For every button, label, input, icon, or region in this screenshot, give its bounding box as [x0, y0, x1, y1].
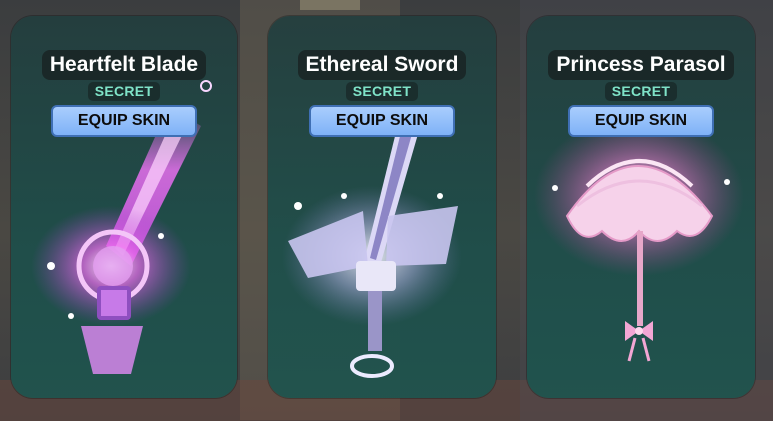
rarity-badge: SECRET — [11, 82, 237, 101]
skin-card-princess-parasol: Princess Parasol SECRET EQUIP SKIN — [527, 16, 755, 398]
rarity-badge: SECRET — [527, 82, 755, 101]
rarity-badge: SECRET — [268, 82, 496, 101]
equip-skin-button[interactable]: EQUIP SKIN — [568, 105, 714, 137]
equip-skin-button[interactable]: EQUIP SKIN — [51, 105, 197, 137]
skin-card-ethereal-sword: Ethereal Sword SECRET EQUIP SKIN — [268, 16, 496, 398]
skin-card-heartfelt-blade: Heartfelt Blade SECRET EQUIP SKIN — [11, 16, 237, 398]
skin-name-title: Princess Parasol — [527, 50, 755, 80]
skin-name-title: Ethereal Sword — [268, 50, 496, 80]
equip-skin-button[interactable]: EQUIP SKIN — [309, 105, 455, 137]
skin-name-title: Heartfelt Blade — [11, 50, 237, 80]
